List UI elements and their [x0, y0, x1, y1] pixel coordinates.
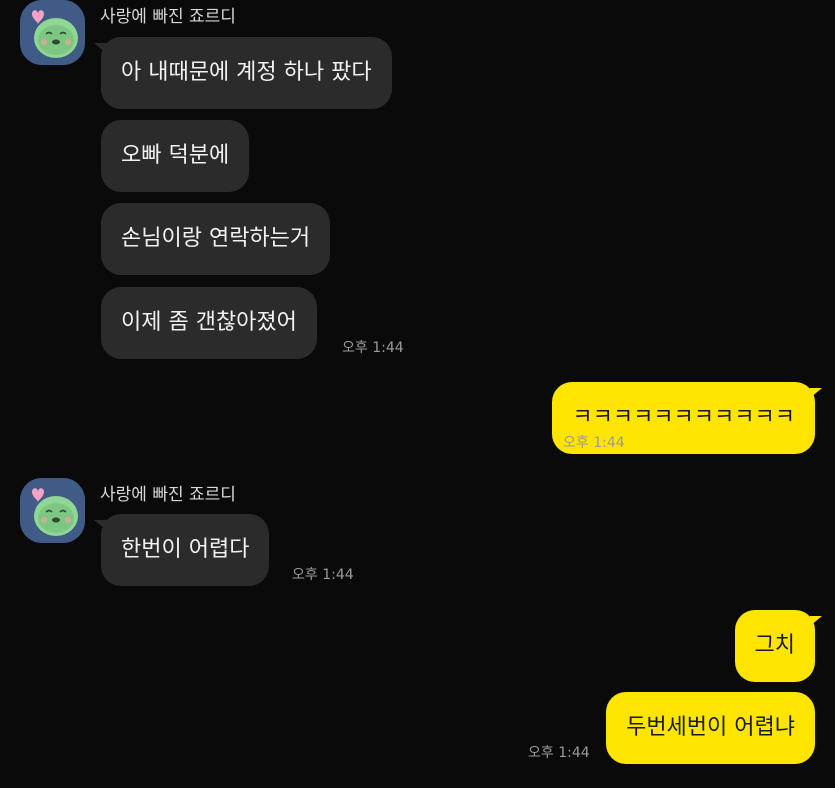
message-bubble-incoming[interactable]: 이제 좀 갠찮아졌어 [101, 287, 317, 359]
sender-name: 사랑에 빠진 죠르디 [100, 485, 236, 505]
jordy-avatar-icon[interactable] [20, 0, 85, 65]
chat-room: 사랑에 빠진 죠르디 아 내때문에 계정 하나 팠다 오빠 덕분에 손님이랑 연… [0, 0, 835, 788]
message-bubble-incoming[interactable]: 한번이 어렵다 [93, 514, 270, 586]
jordy-avatar-icon[interactable] [20, 478, 85, 543]
message-bubble-incoming[interactable]: 아 내때문에 계정 하나 팠다 [94, 37, 392, 109]
message-timestamp: 오후 1:44 [292, 567, 354, 583]
message-bubble-outgoing[interactable]: 그치 [734, 610, 823, 682]
message-bubble-incoming[interactable]: 오빠 덕분에 [101, 120, 250, 192]
message-bubble-incoming[interactable]: 손님이랑 연락하는거 [101, 203, 331, 275]
message-timestamp: 오후 1:44 [342, 340, 404, 356]
sender-name: 사랑에 빠진 죠르디 [100, 7, 236, 27]
message-bubble-outgoing[interactable]: 두번세번이 어렵냐 [606, 692, 815, 764]
message-timestamp: 오후 1:44 [528, 745, 590, 761]
message-timestamp: 오후 1:44 [563, 435, 625, 451]
